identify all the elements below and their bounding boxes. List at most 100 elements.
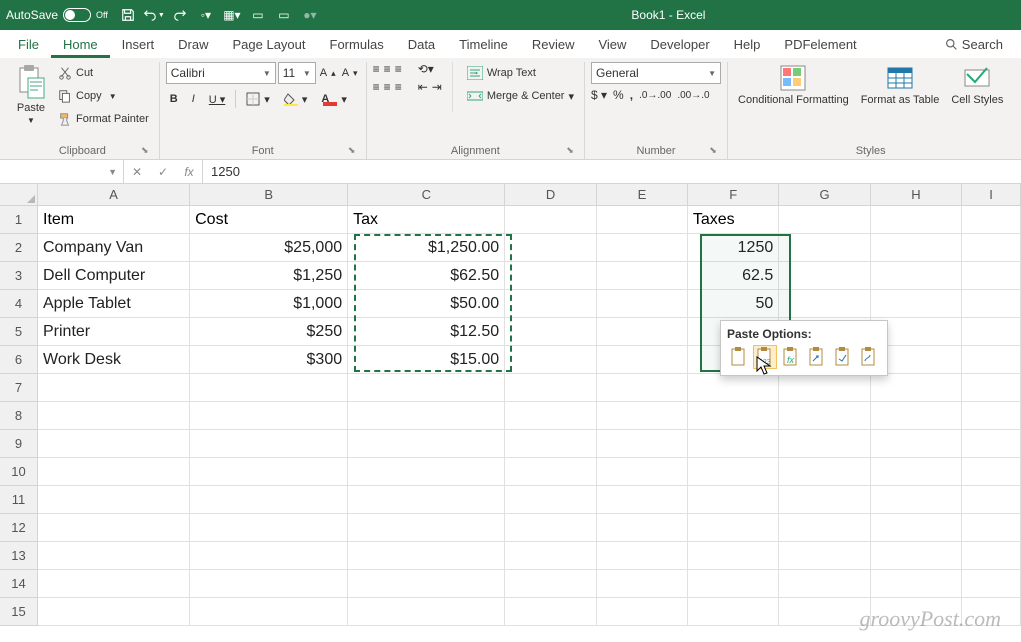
cell-D14[interactable] bbox=[505, 570, 596, 598]
cell-A10[interactable] bbox=[38, 458, 190, 486]
increase-decimal-icon[interactable]: .0→.00 bbox=[639, 90, 671, 101]
column-header-C[interactable]: C bbox=[348, 184, 505, 206]
cell-E9[interactable] bbox=[597, 430, 688, 458]
cell-I7[interactable] bbox=[962, 374, 1021, 402]
cell-F3[interactable]: 62.5 bbox=[688, 262, 779, 290]
cell-H14[interactable] bbox=[871, 570, 962, 598]
format-as-table-button[interactable]: Format as Table bbox=[857, 62, 944, 108]
cell-A15[interactable] bbox=[38, 598, 190, 626]
cell-F12[interactable] bbox=[688, 514, 779, 542]
cell-C10[interactable] bbox=[348, 458, 505, 486]
menu-pdf[interactable]: PDFelement bbox=[772, 31, 868, 58]
cell-I6[interactable] bbox=[962, 346, 1021, 374]
cell-E3[interactable] bbox=[597, 262, 688, 290]
undo-icon[interactable]: ▼ bbox=[142, 3, 166, 27]
cell-B11[interactable] bbox=[190, 486, 348, 514]
cell-I8[interactable] bbox=[962, 402, 1021, 430]
cell-H1[interactable] bbox=[871, 206, 962, 234]
cell-E15[interactable] bbox=[597, 598, 688, 626]
cell-C7[interactable] bbox=[348, 374, 505, 402]
cell-styles-button[interactable]: Cell Styles bbox=[947, 62, 1007, 108]
cell-C12[interactable] bbox=[348, 514, 505, 542]
cell-G10[interactable] bbox=[779, 458, 870, 486]
cell-C4[interactable]: $50.00 bbox=[348, 290, 505, 318]
cell-I4[interactable] bbox=[962, 290, 1021, 318]
row-header-1[interactable]: 1 bbox=[0, 206, 38, 234]
cell-D1[interactable] bbox=[505, 206, 596, 234]
paste-option-formulas[interactable]: fx bbox=[779, 345, 803, 369]
cell-E4[interactable] bbox=[597, 290, 688, 318]
menu-formulas[interactable]: Formulas bbox=[318, 31, 396, 58]
cell-G8[interactable] bbox=[779, 402, 870, 430]
cell-D4[interactable] bbox=[505, 290, 596, 318]
qat-btn-4[interactable]: ◦▾ bbox=[194, 3, 218, 27]
cell-B6[interactable]: $300 bbox=[190, 346, 348, 374]
cell-C8[interactable] bbox=[348, 402, 505, 430]
cell-H13[interactable] bbox=[871, 542, 962, 570]
row-header-6[interactable]: 6 bbox=[0, 346, 38, 374]
merge-center-button[interactable]: Merge & Center ▾ bbox=[463, 85, 578, 107]
menu-data[interactable]: Data bbox=[396, 31, 447, 58]
cell-E13[interactable] bbox=[597, 542, 688, 570]
cell-F2[interactable]: 1250 bbox=[688, 234, 779, 262]
row-header-4[interactable]: 4 bbox=[0, 290, 38, 318]
row-header-7[interactable]: 7 bbox=[0, 374, 38, 402]
column-header-E[interactable]: E bbox=[597, 184, 688, 206]
column-header-G[interactable]: G bbox=[779, 184, 870, 206]
cell-F7[interactable] bbox=[688, 374, 779, 402]
cell-D11[interactable] bbox=[505, 486, 596, 514]
cell-I3[interactable] bbox=[962, 262, 1021, 290]
comma-format-icon[interactable]: , bbox=[630, 88, 633, 102]
cell-A5[interactable]: Printer bbox=[38, 318, 190, 346]
align-top-icon[interactable]: ≡ bbox=[373, 62, 380, 76]
cell-I9[interactable] bbox=[962, 430, 1021, 458]
column-header-A[interactable]: A bbox=[38, 184, 190, 206]
cell-F15[interactable] bbox=[688, 598, 779, 626]
row-header-14[interactable]: 14 bbox=[0, 570, 38, 598]
cell-A6[interactable]: Work Desk bbox=[38, 346, 190, 374]
save-icon[interactable] bbox=[116, 3, 140, 27]
menu-view[interactable]: View bbox=[586, 31, 638, 58]
cell-B4[interactable]: $1,000 bbox=[190, 290, 348, 318]
column-header-B[interactable]: B bbox=[190, 184, 348, 206]
cell-G7[interactable] bbox=[779, 374, 870, 402]
row-header-15[interactable]: 15 bbox=[0, 598, 38, 626]
cell-C13[interactable] bbox=[348, 542, 505, 570]
cell-E2[interactable] bbox=[597, 234, 688, 262]
cell-C2[interactable]: $1,250.00 bbox=[348, 234, 505, 262]
cell-H12[interactable] bbox=[871, 514, 962, 542]
cell-D5[interactable] bbox=[505, 318, 596, 346]
underline-button[interactable]: U ▾ bbox=[205, 88, 230, 110]
font-launcher-icon[interactable]: ⬊ bbox=[346, 145, 358, 157]
cell-G1[interactable] bbox=[779, 206, 870, 234]
menu-home[interactable]: Home bbox=[51, 31, 110, 58]
qat-btn-8[interactable]: ●▾ bbox=[298, 3, 322, 27]
row-header-13[interactable]: 13 bbox=[0, 542, 38, 570]
column-header-F[interactable]: F bbox=[688, 184, 779, 206]
cancel-formula-icon[interactable]: ✕ bbox=[124, 160, 150, 183]
cell-G15[interactable] bbox=[779, 598, 870, 626]
cell-G11[interactable] bbox=[779, 486, 870, 514]
align-left-icon[interactable]: ≡ bbox=[373, 80, 380, 94]
cell-F11[interactable] bbox=[688, 486, 779, 514]
cell-F13[interactable] bbox=[688, 542, 779, 570]
cell-H2[interactable] bbox=[871, 234, 962, 262]
number-format-combo[interactable]: General▼ bbox=[591, 62, 721, 84]
conditional-formatting-button[interactable]: Conditional Formatting bbox=[734, 62, 853, 108]
cell-G3[interactable] bbox=[779, 262, 870, 290]
column-header-D[interactable]: D bbox=[505, 184, 596, 206]
italic-button[interactable]: I bbox=[188, 88, 199, 110]
cell-C14[interactable] bbox=[348, 570, 505, 598]
paste-option-formatting[interactable] bbox=[831, 345, 855, 369]
select-all-button[interactable] bbox=[0, 184, 38, 206]
cell-H11[interactable] bbox=[871, 486, 962, 514]
cell-C5[interactable]: $12.50 bbox=[348, 318, 505, 346]
cell-A4[interactable]: Apple Tablet bbox=[38, 290, 190, 318]
qat-btn-5[interactable]: ▦▾ bbox=[220, 3, 244, 27]
cell-E14[interactable] bbox=[597, 570, 688, 598]
alignment-launcher-icon[interactable]: ⬊ bbox=[564, 145, 576, 157]
menu-help[interactable]: Help bbox=[722, 31, 773, 58]
paste-button[interactable]: Paste ▼ bbox=[12, 62, 50, 127]
toggle-off-icon[interactable] bbox=[63, 8, 91, 22]
cell-D2[interactable] bbox=[505, 234, 596, 262]
